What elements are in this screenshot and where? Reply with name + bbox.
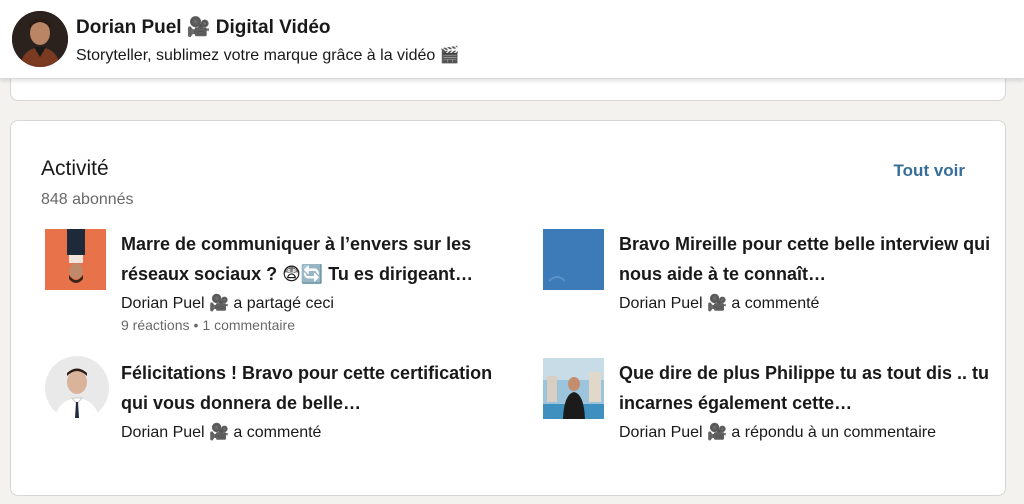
reactions-count[interactable]: 9 réactions [121, 317, 189, 333]
post-meta: Dorian Puel 🎥 a commenté [121, 424, 322, 441]
post-thumbnail[interactable] [543, 358, 604, 419]
post-title[interactable]: Marre de communiquer à l’envers sur les … [121, 229, 521, 289]
post-meta: Dorian Puel 🎥 a répondu à un commentaire [619, 424, 936, 441]
post-stats: 9 réactions • 1 commentaire [121, 317, 295, 333]
post-title[interactable]: Que dire de plus Philippe tu as tout dis… [619, 358, 1019, 418]
activity-post[interactable]: Félicitations ! Bravo pour cette certifi… [45, 356, 492, 448]
profile-name: Dorian Puel 🎥 Digital Vidéo [76, 17, 331, 38]
comments-count[interactable]: 1 commentaire [202, 317, 295, 333]
post-thumbnail[interactable] [45, 356, 109, 420]
followers-count[interactable]: 848 abonnés [41, 191, 134, 209]
activity-post[interactable]: Que dire de plus Philippe tu as tout dis… [543, 358, 989, 448]
post-thumbnail[interactable] [45, 229, 106, 290]
see-all-link[interactable]: Tout voir [894, 161, 965, 181]
sticky-profile-header: Dorian Puel 🎥 Digital Vidéo Storyteller,… [0, 0, 1024, 79]
activity-title: Activité [41, 157, 109, 180]
post-title[interactable]: Bravo Mireille pour cette belle intervie… [619, 229, 1019, 289]
post-meta: Dorian Puel 🎥 a commenté [619, 295, 820, 312]
activity-card: Activité 848 abonnés Tout voir Marre de … [10, 120, 1006, 496]
post-title[interactable]: Félicitations ! Bravo pour cette certifi… [121, 358, 521, 418]
profile-avatar[interactable] [12, 11, 68, 67]
activity-post[interactable]: Bravo Mireille pour cette belle intervie… [543, 229, 990, 339]
post-thumbnail[interactable] [543, 229, 604, 290]
activity-post[interactable]: Marre de communiquer à l’envers sur les … [45, 229, 485, 339]
post-meta: Dorian Puel 🎥 a partagé ceci [121, 295, 334, 312]
profile-tagline: Storyteller, sublimez votre marque grâce… [76, 47, 460, 64]
separator-dot: • [193, 317, 199, 333]
